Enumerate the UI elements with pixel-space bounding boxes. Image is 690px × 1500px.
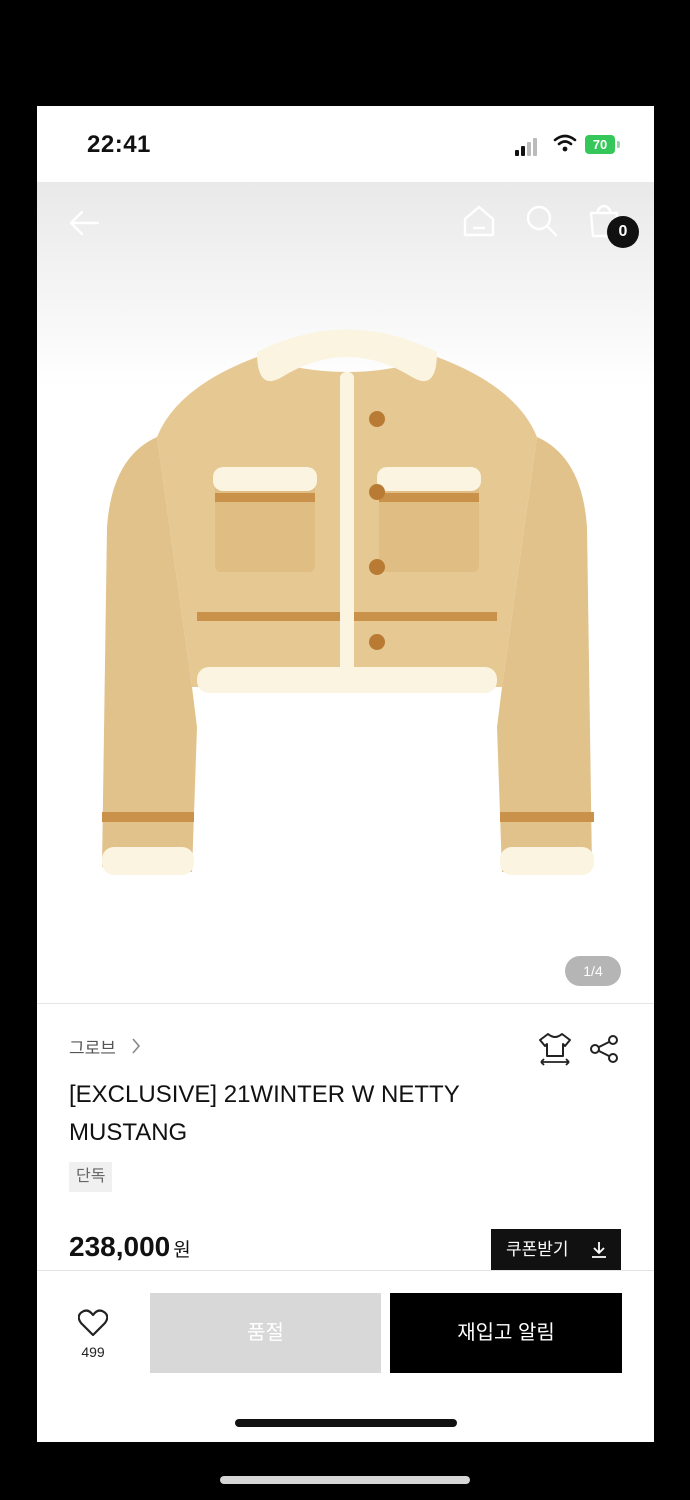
divider [37, 1003, 654, 1004]
exclusive-tag: 단독 [69, 1162, 113, 1192]
product-title: [EXCLUSIVE] 21WINTER W NETTY MUSTANG [69, 1081, 460, 1146]
size-guide-tshirt-icon[interactable] [537, 1030, 573, 1066]
product-image-gallery[interactable]: 0 1/4 [37, 182, 654, 1004]
image-counter: 1/4 [565, 956, 621, 986]
battery-cap [617, 141, 620, 148]
restock-notify-button[interactable]: 재입고 알림 [390, 1293, 622, 1373]
cart-count-badge: 0 [607, 216, 639, 248]
status-bar: 22:41 70 [37, 106, 654, 182]
wishlist-button[interactable]: 499 [61, 1309, 125, 1360]
search-icon[interactable] [525, 204, 559, 238]
product-image-jacket [102, 329, 594, 875]
bottom-action-bar: 499 품절 재입고 알림 [37, 1270, 654, 1442]
phone-screen: 22:41 70 0 1/4 그로브 [EXCLUSIVE] 21WINTER … [37, 106, 654, 1442]
brand-link[interactable]: 그로브 [69, 1034, 116, 1059]
coupon-label: 쿠폰받기 [506, 1240, 569, 1259]
product-price: 238,000 원 [69, 1231, 191, 1263]
back-arrow-icon[interactable] [67, 208, 101, 238]
status-time: 22:41 [87, 131, 151, 158]
price-currency: 원 [173, 1240, 191, 1261]
price-value: 238,000 [69, 1231, 171, 1262]
home-indicator[interactable] [235, 1419, 457, 1427]
signal-icon [515, 138, 543, 156]
home-icon[interactable] [462, 204, 496, 238]
share-icon[interactable] [589, 1034, 619, 1064]
heart-icon[interactable] [77, 1309, 109, 1337]
outer-home-indicator [220, 1476, 470, 1484]
coupon-button[interactable]: 쿠폰받기 [491, 1229, 621, 1271]
wish-count: 499 [81, 1344, 105, 1360]
battery-icon: 70 [585, 135, 615, 154]
chevron-right-icon[interactable] [131, 1037, 141, 1055]
download-icon [592, 1242, 606, 1258]
soldout-button: 품절 [150, 1293, 381, 1373]
wifi-icon [553, 134, 577, 152]
